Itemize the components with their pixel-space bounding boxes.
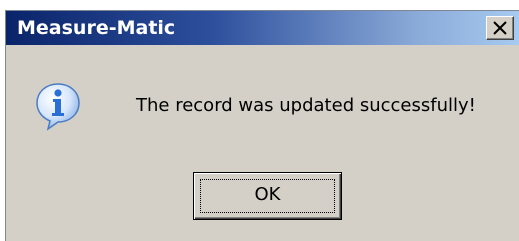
- message-dialog: Measure-Matic The record was updated suc…: [5, 10, 519, 241]
- title-bar[interactable]: Measure-Matic: [6, 11, 519, 45]
- dialog-title: Measure-Matic: [17, 17, 176, 39]
- information-icon: [36, 83, 80, 131]
- close-icon: [493, 21, 507, 35]
- close-button[interactable]: [486, 16, 514, 40]
- dialog-message: The record was updated successfully!: [136, 95, 476, 116]
- ok-button[interactable]: OK: [193, 172, 342, 220]
- ok-button-label: OK: [254, 184, 281, 205]
